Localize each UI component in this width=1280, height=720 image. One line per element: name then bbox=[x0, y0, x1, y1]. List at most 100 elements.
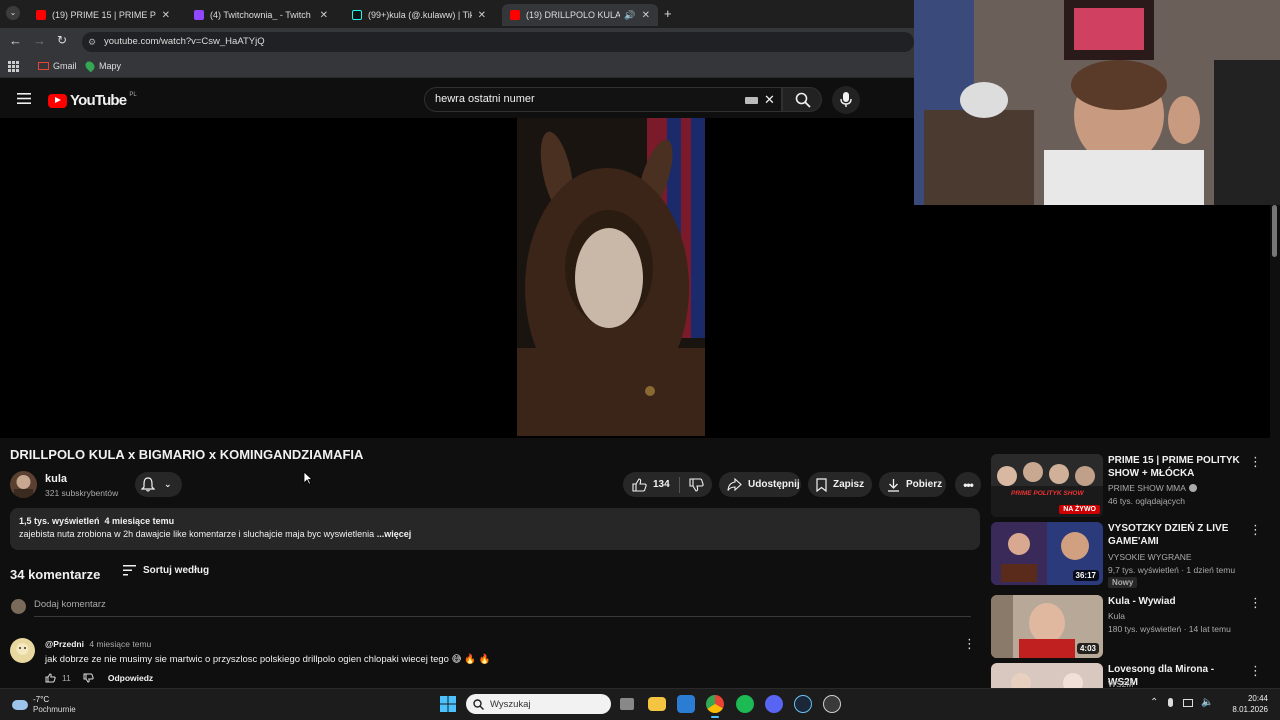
volume-tray-icon[interactable]: 🔈 bbox=[1201, 697, 1213, 708]
description-box[interactable]: 1,5 tys. wyświetleń 4 miesiące temu zaje… bbox=[10, 508, 980, 550]
comment-author[interactable]: @Przedni bbox=[45, 639, 84, 649]
recommended-video[interactable]: 4:03 Kula - Wywiad Kula 180 tys. wyświet… bbox=[991, 595, 1271, 658]
display-tray-icon[interactable] bbox=[1183, 698, 1194, 707]
microphone-tray-icon[interactable] bbox=[1168, 698, 1174, 707]
comment-dislike-icon[interactable] bbox=[83, 673, 94, 683]
browser-tab[interactable]: (19) PRIME 15 | PRIME POLITYK ✕ bbox=[28, 4, 178, 26]
clear-search-icon[interactable]: ✕ bbox=[764, 88, 775, 111]
recommended-menu-icon[interactable]: ⋮ bbox=[1249, 595, 1262, 611]
search-button[interactable] bbox=[782, 87, 822, 112]
tray-chevron-up-icon[interactable]: ⌃ bbox=[1150, 697, 1158, 708]
app-icon[interactable] bbox=[823, 695, 841, 713]
recommended-channel-row: PRIME SHOW MMA bbox=[1108, 483, 1197, 493]
weather-temp: -7°C bbox=[33, 695, 50, 704]
recommended-title[interactable]: Kula - Wywiad bbox=[1108, 595, 1243, 608]
clock[interactable]: 20:44 8.01.2026 bbox=[1228, 693, 1268, 715]
recommended-video[interactable]: Lovesong dla Mirona - WS2M WS2M ⋮ bbox=[991, 663, 1271, 688]
browser-tab[interactable]: (4) Twitchownia_ - Twitch ✕ bbox=[186, 4, 336, 26]
windows-start-icon[interactable] bbox=[440, 696, 456, 712]
comment-time[interactable]: 4 miesiące temu bbox=[89, 639, 151, 649]
recommended-video[interactable]: PRIME POLITYK SHOW NA ŻYWO PRIME 15 | PR… bbox=[991, 454, 1271, 517]
share-arrow-icon bbox=[727, 478, 742, 491]
chrome-icon[interactable] bbox=[706, 695, 724, 713]
share-button[interactable]: Udostępnij bbox=[719, 472, 801, 497]
weather-widget[interactable]: -7°C Pochmurnie bbox=[12, 695, 76, 715]
speaker-icon[interactable]: 🔊 bbox=[624, 10, 635, 21]
video-frame[interactable] bbox=[517, 118, 705, 436]
channel-name[interactable]: kula bbox=[45, 473, 67, 485]
channel-avatar[interactable] bbox=[10, 471, 37, 498]
site-info-icon[interactable]: ⚙ bbox=[88, 32, 96, 52]
microsoft-store-icon[interactable] bbox=[677, 695, 695, 713]
recommended-menu-icon[interactable]: ⋮ bbox=[1249, 522, 1262, 538]
reply-button[interactable]: Odpowiedz bbox=[108, 673, 153, 683]
search-input[interactable]: hewra ostatni numer ✕ bbox=[424, 87, 782, 112]
tab-close-icon[interactable]: ✕ bbox=[478, 10, 486, 21]
comment-menu-icon[interactable]: ⋮ bbox=[963, 636, 976, 652]
search-icon bbox=[795, 92, 811, 108]
recommended-channel[interactable]: Kula bbox=[1108, 611, 1125, 621]
reload-icon[interactable]: ↻ bbox=[57, 33, 67, 47]
task-view-icon[interactable] bbox=[620, 698, 634, 710]
forward-arrow-icon[interactable]: → bbox=[33, 33, 46, 48]
like-count: 134 bbox=[653, 479, 670, 490]
subscriber-count: 321 subskrybentów bbox=[45, 488, 119, 498]
browser-tab-active[interactable]: (19) DRILLPOLO KULA x BIG 🔊 ✕ bbox=[502, 4, 658, 26]
youtube-logo-text: YouTube bbox=[70, 92, 127, 109]
save-button[interactable]: Zapisz bbox=[808, 472, 872, 497]
recommended-channel[interactable]: PRIME SHOW MMA bbox=[1108, 483, 1186, 493]
recommended-channel[interactable]: WS2M bbox=[1108, 679, 1134, 688]
like-button[interactable]: 134 bbox=[623, 472, 679, 497]
discord-icon[interactable] bbox=[765, 695, 783, 713]
add-comment-input[interactable]: Dodaj komentarz bbox=[34, 599, 971, 617]
download-button[interactable]: Pobierz bbox=[879, 472, 946, 497]
steam-icon[interactable] bbox=[794, 695, 812, 713]
search-query-text: hewra ostatni numer bbox=[435, 93, 535, 105]
apps-grid-icon[interactable] bbox=[8, 61, 19, 72]
tab-list-chevron-icon[interactable]: ⌄ bbox=[6, 6, 20, 20]
new-tab-plus-icon[interactable]: + bbox=[664, 6, 672, 21]
subscription-bell-button[interactable]: ⌄ bbox=[135, 472, 182, 497]
spotify-icon[interactable] bbox=[736, 695, 754, 713]
tab-close-icon[interactable]: ✕ bbox=[162, 10, 170, 21]
taskbar-search[interactable]: Wyszukaj bbox=[466, 694, 611, 714]
keyboard-icon[interactable] bbox=[745, 97, 758, 104]
recommended-title[interactable]: VYSOTZKY DZIEŃ Z LIVE GAME'AMI bbox=[1108, 522, 1243, 548]
tab-close-icon[interactable]: ✕ bbox=[642, 10, 650, 21]
sort-comments-button[interactable]: Sortuj według bbox=[123, 565, 209, 576]
comment-like-icon[interactable] bbox=[45, 673, 56, 683]
page-scrollbar[interactable] bbox=[1272, 205, 1277, 257]
menu-hamburger-icon[interactable] bbox=[17, 93, 31, 104]
recommended-video[interactable]: 36:17 VYSOTZKY DZIEŃ Z LIVE GAME'AMI VYS… bbox=[991, 522, 1271, 588]
file-explorer-icon[interactable] bbox=[648, 697, 666, 711]
youtube-play-logo-icon bbox=[48, 93, 67, 108]
video-thumbnail[interactable] bbox=[991, 663, 1103, 688]
video-duration: 36:17 bbox=[1072, 570, 1099, 581]
address-bar[interactable]: ⚙ youtube.com/watch?v=Csw_HaATYjQ bbox=[82, 32, 914, 52]
back-arrow-icon[interactable]: ← bbox=[9, 33, 22, 48]
more-actions-button[interactable]: ••• bbox=[955, 472, 981, 497]
browser-tab[interactable]: (99+)kula (@.kulaww) | TikTok ✕ bbox=[344, 4, 494, 26]
bookmark-gmail[interactable]: Gmail bbox=[38, 61, 77, 71]
microphone-icon bbox=[840, 92, 852, 107]
comment-text: jak dobrze ze nie musimy sie martwic o p… bbox=[45, 654, 449, 665]
recommended-title[interactable]: PRIME 15 | PRIME POLITYK SHOW + MŁÓCKA bbox=[1108, 454, 1243, 480]
tab-close-icon[interactable]: ✕ bbox=[320, 10, 328, 21]
bookmark-maps[interactable]: Mapy bbox=[83, 59, 121, 73]
tab-title: (4) Twitchownia_ - Twitch bbox=[210, 10, 311, 20]
youtube-logo[interactable]: YouTube PL bbox=[48, 92, 137, 109]
cloud-icon bbox=[12, 700, 28, 710]
recommended-menu-icon[interactable]: ⋮ bbox=[1249, 454, 1262, 470]
video-thumbnail[interactable]: 4:03 bbox=[991, 595, 1103, 658]
dislike-button[interactable] bbox=[680, 472, 704, 497]
video-duration: 4:03 bbox=[1076, 643, 1099, 654]
recommended-channel[interactable]: VYSOKIE WYGRANE bbox=[1108, 552, 1192, 562]
comment-actions: 11 Odpowiedz bbox=[45, 673, 153, 683]
show-more-link[interactable]: ...więcej bbox=[377, 529, 412, 539]
comment-author-avatar[interactable] bbox=[10, 638, 35, 663]
recommended-menu-icon[interactable]: ⋮ bbox=[1249, 663, 1262, 679]
video-thumbnail[interactable]: 36:17 bbox=[991, 522, 1103, 585]
video-thumbnail[interactable]: PRIME POLITYK SHOW NA ŻYWO bbox=[991, 454, 1103, 517]
voice-search-button[interactable] bbox=[832, 86, 860, 114]
taskbar-search-placeholder: Wyszukaj bbox=[490, 698, 531, 710]
